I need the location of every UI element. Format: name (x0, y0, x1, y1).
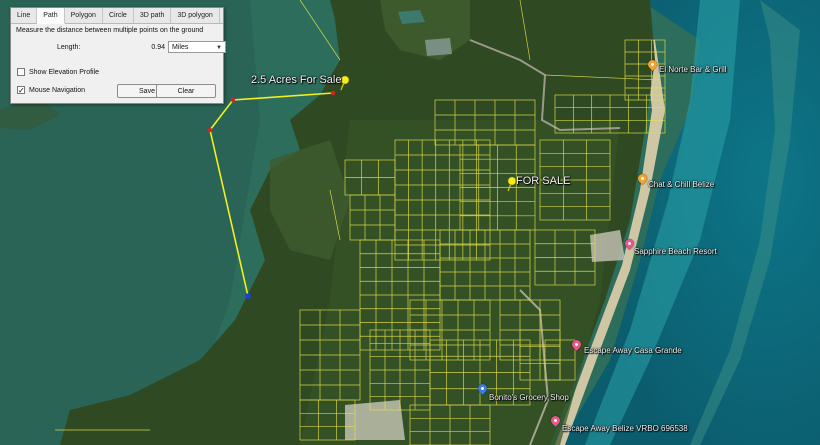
measure-tabs: Line Path Polygon Circle 3D path 3D poly… (11, 8, 223, 24)
poi-label[interactable]: Escape Away Casa Grande (584, 346, 682, 355)
poi-label[interactable]: Escape Away Belize VRBO 696538 (562, 424, 688, 433)
tab-polygon[interactable]: Polygon (65, 8, 103, 23)
path-vertex (207, 127, 213, 133)
save-button-label: Save (139, 88, 155, 95)
sandy-clearing (345, 400, 405, 440)
tab-3d-path[interactable]: 3D path (134, 8, 172, 23)
tab-3d-polygon[interactable]: 3D polygon (171, 8, 220, 23)
measure-dialog: Line Path Polygon Circle 3D path 3D poly… (10, 7, 226, 104)
pond-2 (425, 38, 452, 56)
mouse-navigation-checkbox[interactable]: ✓ Mouse Navigation (17, 86, 86, 95)
chevron-down-icon: ▼ (216, 45, 222, 51)
path-vertex (230, 97, 236, 103)
tab-path[interactable]: Path (37, 8, 65, 24)
path-vertex (330, 90, 336, 96)
clear-button-label: Clear (177, 88, 195, 95)
map-viewport[interactable]: 2.5 Acres For Sale FOR SALE El Norte Bar… (0, 0, 820, 445)
length-value: 0.94 (151, 44, 165, 51)
poi-label[interactable]: Bonito's Grocery Shop (489, 393, 569, 402)
checkbox-icon (17, 68, 25, 76)
unit-select[interactable]: Miles ▼ (168, 41, 226, 53)
poi-label[interactable]: Chat & Chill Belize (648, 180, 714, 189)
poi-label[interactable]: Sapphire Beach Resort (634, 247, 717, 256)
unit-select-value: Miles (172, 44, 189, 51)
tab-circle[interactable]: Circle (103, 8, 134, 23)
show-elevation-checkbox[interactable]: Show Elevation Profile (17, 68, 99, 76)
show-elevation-label: Show Elevation Profile (29, 68, 100, 76)
tab-line[interactable]: Line (11, 8, 38, 23)
placemark-label[interactable]: 2.5 Acres For Sale (251, 74, 342, 86)
path-end-vertex (245, 293, 251, 299)
checkmark-icon: ✓ (17, 86, 25, 95)
clear-button[interactable]: Clear (156, 84, 216, 98)
poi-label[interactable]: El Norte Bar & Grill (659, 65, 727, 74)
length-label: Length: (57, 44, 81, 51)
placemark-label[interactable]: FOR SALE (516, 175, 570, 187)
mouse-navigation-label: Mouse Navigation (29, 86, 86, 94)
measure-description: Measure the distance between multiple po… (16, 27, 204, 34)
